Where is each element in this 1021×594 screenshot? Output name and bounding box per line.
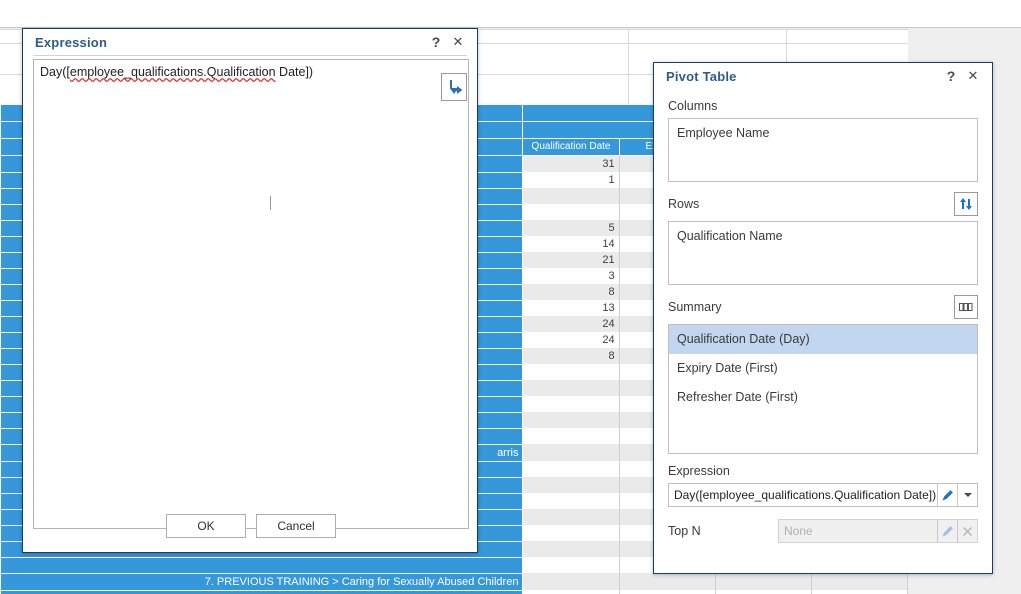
table-row: 7. PREVIOUS TRAINING > Child Protection [0,589,909,594]
list-item[interactable]: Employee Name [669,119,977,148]
col-qualification-date: Qualification Date [522,138,620,156]
chevron-down-icon[interactable] [957,484,977,506]
data-cell: 31 [522,155,620,172]
rows-label: Rows [668,197,700,211]
row-label-cell: 7. PREVIOUS TRAINING > Child Protection [0,589,524,594]
columns-grid-icon[interactable] [954,295,978,319]
topn-value: None [784,524,813,538]
close-icon[interactable]: ✕ [447,31,469,53]
expression-prefix: Day([ [40,65,70,79]
pencil-icon[interactable] [937,520,957,542]
data-cell [522,573,620,590]
data-cell [522,525,620,541]
data-cell [522,380,620,396]
data-cell [522,412,620,428]
data-cell: 24 [522,316,620,332]
cancel-button[interactable]: Cancel [256,514,336,538]
expression-dialog[interactable]: Expression ? ✕ Day([employee_qualificati… [22,28,478,553]
data-cell [522,461,620,477]
data-cell [522,204,620,220]
data-cell [714,590,812,594]
data-cell [522,428,620,444]
data-cell: 1 [522,172,620,188]
data-cell [522,590,620,594]
expression-text-editor[interactable]: Day([employee_qualifications.Qualificati… [33,59,469,529]
summary-listbox[interactable]: Qualification Date (Day) Expiry Date (Fir… [668,324,978,454]
data-cell [618,590,716,594]
pencil-icon[interactable] [937,484,957,506]
data-cell: 13 [522,300,620,316]
expression-dialog-title: Expression [35,34,108,50]
topn-row: Top N None [668,519,978,543]
expression-dialog-buttons: OK Cancel [23,514,479,538]
data-cell [522,188,620,204]
expression-value: Day([employee_qualifications.Qualificati… [674,488,937,502]
data-cell [522,477,620,493]
columns-label: Columns [668,99,718,113]
expression-field-ref: employee_qualifications.Qualification [69,65,276,79]
data-cell: 3 [522,268,620,284]
help-icon[interactable]: ? [940,65,962,87]
list-item[interactable]: Expiry Date (First) [669,354,977,383]
pivot-dialog-title: Pivot Table [666,68,737,84]
table-row: 7. PREVIOUS TRAINING > Caring for Sexual… [0,572,909,591]
data-cell [810,573,909,590]
data-cell [618,573,716,590]
data-cell: 5 [522,220,620,236]
data-cell [522,396,620,412]
data-cell: 8 [522,284,620,300]
columns-listbox[interactable]: Employee Name [668,118,978,182]
rows-label-row: Rows [668,192,978,216]
list-item[interactable]: Qualification Date (Day) [669,325,977,354]
summary-label: Summary [668,300,722,314]
ok-button[interactable]: OK [166,514,246,538]
text-caret [270,196,271,210]
list-item[interactable]: Refresher Date (First) [669,383,977,412]
app-root: ation Em Alison Gra Qualification Date E… [0,0,1021,594]
pivot-dialog-body: Columns Employee Name Rows Qualification… [654,99,992,543]
pivot-table-dialog[interactable]: Pivot Table ? ✕ Columns Employee Name Ro… [653,62,993,574]
data-cell [522,493,620,509]
data-cell: 14 [522,236,620,252]
topn-label: Top N [668,524,701,538]
expression-label: Expression [668,464,730,478]
data-cell [714,573,812,590]
data-cell [522,557,620,573]
summary-label-row: Summary [668,295,978,319]
data-cell [522,541,620,557]
expression-title-divider [33,55,467,56]
data-cell: 8 [522,348,620,364]
help-icon[interactable]: ? [425,31,447,53]
insert-field-arrow-icon[interactable] [441,73,467,101]
data-cell [522,364,620,380]
row-label-cell: 7. PREVIOUS TRAINING > Caring for Sexual… [0,572,524,591]
expression-field[interactable]: Day([employee_qualifications.Qualificati… [668,483,978,507]
topn-field[interactable]: None [778,519,978,543]
data-cell [522,509,620,525]
clear-x-icon[interactable] [957,520,977,542]
data-cell [522,444,620,461]
data-cell: 21 [522,252,620,268]
swap-arrows-icon[interactable] [954,192,978,216]
expression-text: Day([employee_qualifications.Qualificati… [40,64,462,80]
list-item[interactable]: Qualification Name [669,222,977,251]
pivot-dialog-titlebar[interactable]: Pivot Table ? ✕ [654,63,992,89]
rows-listbox[interactable]: Qualification Name [668,221,978,285]
canvas-top-strip [0,0,1021,28]
expression-dialog-titlebar[interactable]: Expression ? ✕ [23,29,477,55]
row-label-cell [0,556,524,574]
data-cell [810,590,909,594]
expression-suffix: Date]) [275,65,314,79]
data-cell: 24 [522,332,620,348]
close-icon[interactable]: ✕ [962,65,984,87]
